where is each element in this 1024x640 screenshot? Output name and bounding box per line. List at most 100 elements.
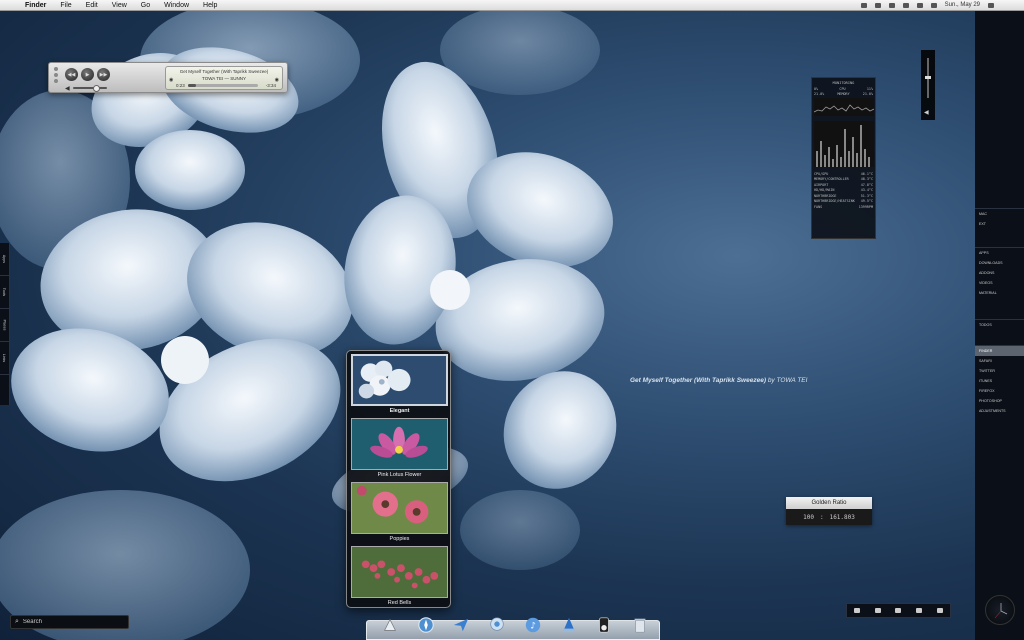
user-icon[interactable] bbox=[930, 2, 937, 8]
sidebar-item-photoshop[interactable]: Photoshop bbox=[975, 396, 1024, 406]
sidebar-item-todos[interactable]: Todos bbox=[975, 320, 1024, 330]
window-controls bbox=[54, 67, 58, 83]
sidebar-item-mac[interactable]: Mac bbox=[975, 209, 1024, 219]
tab-label: Tools bbox=[2, 287, 7, 297]
next-track-button[interactable]: ▶▶ bbox=[97, 68, 110, 81]
now-playing-artist: TOWA TEI bbox=[776, 377, 808, 384]
ipod-icon[interactable] bbox=[594, 615, 614, 635]
playback-progress[interactable] bbox=[188, 84, 258, 87]
finder-icon[interactable] bbox=[380, 615, 400, 635]
sidebar-item-apps[interactable]: Apps bbox=[975, 248, 1024, 258]
menu-item-window[interactable]: Window bbox=[157, 2, 196, 9]
volume-icon[interactable] bbox=[902, 2, 909, 8]
menu-extras: Sun., May 29 bbox=[860, 2, 1024, 8]
sensor-label: MEMORY/CONTROLLER bbox=[814, 177, 849, 181]
sidebar-item-adjustments[interactable]: Adjustments bbox=[975, 406, 1024, 416]
monitor-row: NORTHBRIDGE 51.3°C bbox=[812, 194, 875, 198]
cpu-graph bbox=[813, 98, 875, 116]
previous-track-button[interactable]: ◀◀ bbox=[65, 68, 78, 81]
play-pause-button[interactable]: ▶ bbox=[81, 68, 94, 81]
menu-item-help[interactable]: Help bbox=[196, 2, 224, 9]
menu-item-go[interactable]: Go bbox=[134, 2, 157, 9]
monitor-value: 11% bbox=[866, 86, 873, 91]
close-icon[interactable] bbox=[54, 67, 58, 71]
wallpaper-stack: Elegant Pink Lotus Flower Poppies Red Be… bbox=[346, 350, 451, 608]
tab-label: Places bbox=[2, 319, 7, 331]
stack-item-pink-lotus[interactable]: Pink Lotus Flower bbox=[351, 418, 448, 478]
right-sidebar: Mac Ext Apps Downloads Addons Videos Mat… bbox=[975, 11, 1024, 640]
trash-icon[interactable] bbox=[630, 615, 650, 635]
tab-links[interactable]: Links bbox=[0, 342, 9, 375]
stack-item-label: Pink Lotus Flower bbox=[377, 472, 422, 478]
bluetooth-icon[interactable] bbox=[874, 2, 881, 8]
tab-tools[interactable]: Tools bbox=[0, 276, 9, 309]
menu-clock[interactable]: Sun., May 29 bbox=[945, 2, 980, 8]
sidebar-item-material[interactable]: Material bbox=[975, 288, 1024, 298]
time-machine-icon[interactable] bbox=[860, 2, 867, 8]
sidebar-item-videos[interactable]: Videos bbox=[975, 278, 1024, 288]
golden-ratio-left[interactable]: 100 bbox=[803, 514, 814, 521]
monitor-value: 0% bbox=[814, 86, 819, 91]
volume-knob[interactable] bbox=[925, 76, 931, 79]
calendar-icon[interactable] bbox=[895, 608, 902, 613]
left-drawer-tabs: Apps Tools Places Links bbox=[0, 243, 10, 405]
sidebar-item-twitter[interactable]: Twitter bbox=[975, 366, 1024, 376]
elapsed-time: 0:23 bbox=[176, 83, 185, 88]
chat-icon[interactable] bbox=[854, 608, 861, 613]
bookmark-icon[interactable] bbox=[916, 608, 923, 613]
tab-apps[interactable]: Apps bbox=[0, 243, 9, 276]
sensor-label: NORTHBRIDGE/HEATSINK bbox=[814, 199, 855, 203]
sensor-label: CPU/GPU bbox=[814, 171, 829, 176]
stack-item-elegant[interactable]: Elegant bbox=[351, 354, 448, 414]
volume-control[interactable]: ◀ bbox=[65, 85, 155, 92]
minimize-icon[interactable] bbox=[54, 73, 58, 77]
zoom-icon[interactable] bbox=[54, 79, 58, 83]
now-playing-by: by bbox=[767, 377, 775, 384]
stack-item-label: Elegant bbox=[389, 408, 410, 414]
app-store-icon[interactable] bbox=[559, 615, 579, 635]
battery-icon[interactable] bbox=[916, 2, 923, 8]
menu-item-edit[interactable]: Edit bbox=[79, 2, 105, 9]
sidebar-item-itunes[interactable]: iTunes bbox=[975, 376, 1024, 386]
search-input[interactable] bbox=[22, 619, 118, 625]
sidebar-group-todos: Todos bbox=[975, 319, 1024, 330]
sidebar-item-ext[interactable]: Ext bbox=[975, 219, 1024, 229]
stack-item-label: Poppies bbox=[389, 536, 410, 542]
sidebar-item-downloads[interactable]: Downloads bbox=[975, 258, 1024, 268]
volume-slider[interactable] bbox=[72, 85, 107, 92]
menu-item-view[interactable]: View bbox=[105, 2, 134, 9]
thumbnail-image bbox=[351, 354, 448, 406]
sensor-value: 48.3°C bbox=[860, 177, 873, 181]
sidebar-group-folders: Apps Downloads Addons Videos Material bbox=[975, 247, 1024, 298]
microphone-icon[interactable] bbox=[936, 608, 943, 613]
now-playing-title: Get Myself Together (With Taprikk Sweeze… bbox=[630, 377, 766, 384]
stack-item-poppies[interactable]: Poppies bbox=[351, 482, 448, 542]
sidebar-item-finder[interactable]: Finder bbox=[975, 346, 1024, 356]
genius-icon[interactable]: ◉ bbox=[169, 77, 173, 83]
sidebar-item-firefox[interactable]: Firefox bbox=[975, 386, 1024, 396]
camera-icon[interactable] bbox=[874, 608, 881, 613]
tab-places[interactable]: Places bbox=[0, 309, 9, 342]
itunes-icon[interactable]: ♪ bbox=[523, 615, 543, 635]
sensor-label: AIRPORT bbox=[814, 182, 829, 187]
sensor-value: 43.4°C bbox=[860, 188, 873, 192]
monitor-row: NORTHBRIDGE/HEATSINK 49.5°C bbox=[812, 199, 875, 203]
tab-label: Links bbox=[2, 353, 7, 363]
ichat-icon[interactable] bbox=[487, 615, 507, 635]
wifi-icon[interactable] bbox=[888, 2, 895, 8]
golden-ratio-right[interactable]: 161.803 bbox=[830, 514, 855, 521]
sidebar-item-addons[interactable]: Addons bbox=[975, 268, 1024, 278]
mail-icon[interactable] bbox=[451, 615, 471, 635]
monitor-row: FANS 1399RPM bbox=[812, 205, 875, 209]
golden-ratio-widget: Golden Ratio 100 : 161.803 bbox=[786, 497, 872, 525]
tab-label: Apps bbox=[2, 254, 7, 264]
stack-item-red-bells[interactable]: Red Bells bbox=[351, 546, 448, 606]
monitor-value: 21.0% bbox=[862, 92, 873, 96]
spotlight-icon[interactable] bbox=[988, 2, 994, 8]
sidebar-item-safari[interactable]: Safari bbox=[975, 356, 1024, 366]
safari-icon[interactable] bbox=[416, 615, 436, 635]
artist-album: TOWA TEI — SUNNY bbox=[202, 76, 246, 81]
menu-item-finder[interactable]: Finder bbox=[18, 2, 53, 9]
dock-icons: ♪ bbox=[380, 605, 650, 635]
menu-item-file[interactable]: File bbox=[53, 2, 78, 9]
